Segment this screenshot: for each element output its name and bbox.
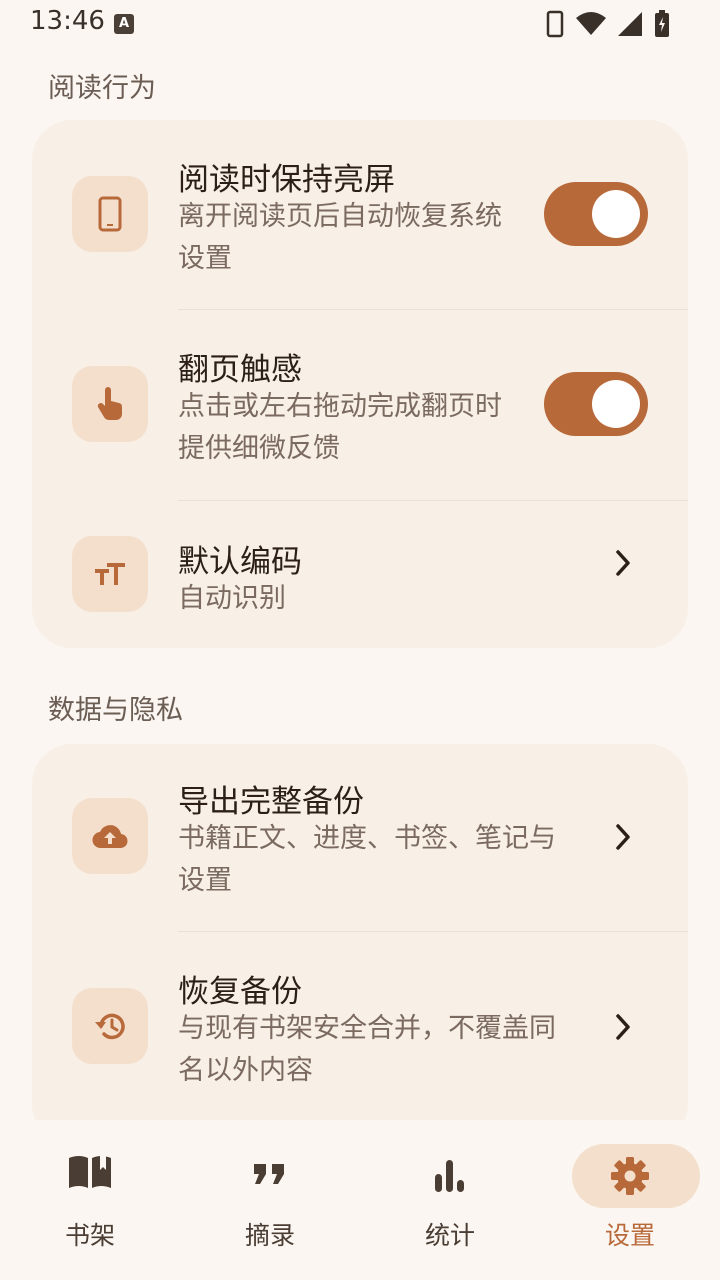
nav-label: 设置 <box>604 1221 655 1250</box>
battery-icon <box>655 10 669 37</box>
keep-screen-on-toggle[interactable] <box>544 182 648 246</box>
status-time: 13:46 <box>30 6 105 36</box>
status-bar: 13:46 A <box>0 0 720 48</box>
export-backup-row[interactable]: 导出完整备份 书籍正文、进度、书签、笔记与设置 <box>32 744 688 932</box>
row-subtitle: 自动识别 <box>178 583 286 614</box>
book-icon <box>69 1156 111 1188</box>
history-icon <box>72 988 148 1064</box>
toggle-knob <box>592 380 640 428</box>
chevron-right-icon <box>616 550 630 576</box>
quote-icon <box>254 1164 284 1184</box>
page-turn-haptics-row[interactable]: 翻页触感 点击或左右拖动完成翻页时提供细微反馈 <box>32 310 688 500</box>
toggle-knob <box>592 190 640 238</box>
restore-backup-row[interactable]: 恢复备份 与现有书架安全合并，不覆盖同名以外内容 <box>32 932 688 1144</box>
nav-label: 书架 <box>64 1221 115 1250</box>
cloud-upload-icon <box>72 798 148 874</box>
row-subtitle: 离开阅读页后自动恢复系统设置 <box>178 201 502 274</box>
gear-icon <box>611 1157 649 1195</box>
wifi-icon <box>576 12 606 35</box>
bar-chart-icon <box>435 1160 464 1192</box>
bottom-navigation: 书架 摘录 统计 设置 <box>0 1120 720 1280</box>
nav-bookshelf[interactable]: 书架 <box>0 1120 180 1280</box>
row-title: 翻页触感 <box>178 352 302 388</box>
chevron-right-icon <box>616 1014 630 1040</box>
chevron-right-icon <box>616 824 630 850</box>
row-subtitle: 与现有书架安全合并，不覆盖同名以外内容 <box>178 1013 556 1086</box>
keep-screen-on-row[interactable]: 阅读时保持亮屏 离开阅读页后自动恢复系统设置 <box>32 120 688 310</box>
nav-settings[interactable]: 设置 <box>540 1120 720 1280</box>
reading-settings-card: 阅读时保持亮屏 离开阅读页后自动恢复系统设置 翻页触感 点击或左右拖动完成翻页时… <box>32 120 688 648</box>
nav-statistics[interactable]: 统计 <box>360 1120 540 1280</box>
nav-excerpts[interactable]: 摘录 <box>180 1120 360 1280</box>
row-subtitle: 点击或左右拖动完成翻页时提供细微反馈 <box>178 391 502 464</box>
status-icons <box>546 10 670 38</box>
phone-icon <box>72 176 148 252</box>
row-title: 默认编码 <box>178 544 302 580</box>
row-title: 导出完整备份 <box>178 784 364 820</box>
row-title: 恢复备份 <box>178 974 302 1010</box>
tap-hand-icon <box>72 366 148 442</box>
default-encoding-row[interactable]: 默认编码 自动识别 <box>32 500 688 648</box>
device-icon <box>546 10 564 38</box>
data-privacy-card: 导出完整备份 书籍正文、进度、书签、笔记与设置 恢复备份 与现有书架安全合并，不… <box>32 744 688 1144</box>
row-subtitle: 书籍正文、进度、书签、笔记与设置 <box>178 823 556 896</box>
page-turn-haptics-toggle[interactable] <box>544 372 648 436</box>
signal-icon <box>618 12 642 36</box>
nav-label: 摘录 <box>244 1221 295 1250</box>
row-title: 阅读时保持亮屏 <box>178 162 395 198</box>
keyboard-badge-icon: A <box>114 14 134 34</box>
nav-label: 统计 <box>424 1221 475 1250</box>
section-title-reading: 阅读行为 <box>48 73 156 104</box>
text-size-icon <box>72 536 148 612</box>
section-title-data-privacy: 数据与隐私 <box>48 695 183 726</box>
